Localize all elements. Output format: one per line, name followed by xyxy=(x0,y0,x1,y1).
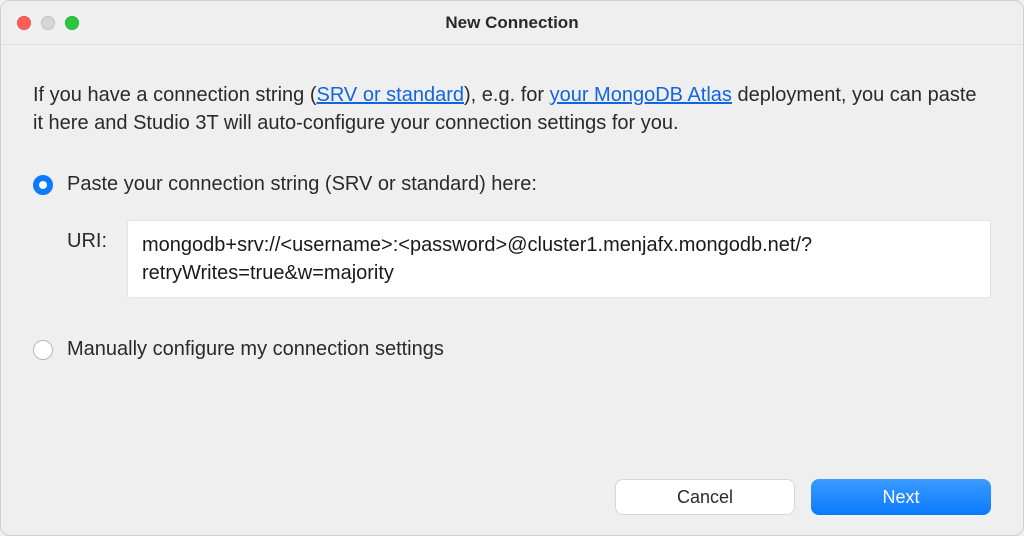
intro-mid: ), e.g. for xyxy=(464,84,550,106)
window-title: New Connection xyxy=(17,13,1007,33)
uri-row: URI: xyxy=(67,220,991,298)
maximize-icon[interactable] xyxy=(65,16,79,30)
intro-text: If you have a connection string (SRV or … xyxy=(33,81,991,137)
cancel-button[interactable]: Cancel xyxy=(615,479,795,515)
next-button[interactable]: Next xyxy=(811,479,991,515)
traffic-lights xyxy=(17,16,79,30)
dialog-footer: Cancel Next xyxy=(33,459,991,515)
option-manual-label: Manually configure my connection setting… xyxy=(67,338,444,361)
option-paste-row[interactable]: Paste your connection string (SRV or sta… xyxy=(33,173,991,196)
uri-label: URI: xyxy=(67,220,107,253)
intro-pre: If you have a connection string ( xyxy=(33,84,317,106)
option-paste-label: Paste your connection string (SRV or sta… xyxy=(67,173,537,196)
option-manual-row[interactable]: Manually configure my connection setting… xyxy=(33,338,991,361)
radio-manual[interactable] xyxy=(33,340,53,360)
titlebar: New Connection xyxy=(1,1,1023,45)
uri-input[interactable] xyxy=(127,220,991,298)
minimize-icon xyxy=(41,16,55,30)
dialog-window: New Connection If you have a connection … xyxy=(0,0,1024,536)
srv-standard-link[interactable]: SRV or standard xyxy=(317,84,465,106)
mongodb-atlas-link[interactable]: your MongoDB Atlas xyxy=(550,84,732,106)
radio-paste[interactable] xyxy=(33,175,53,195)
close-icon[interactable] xyxy=(17,16,31,30)
dialog-content: If you have a connection string (SRV or … xyxy=(1,45,1023,535)
